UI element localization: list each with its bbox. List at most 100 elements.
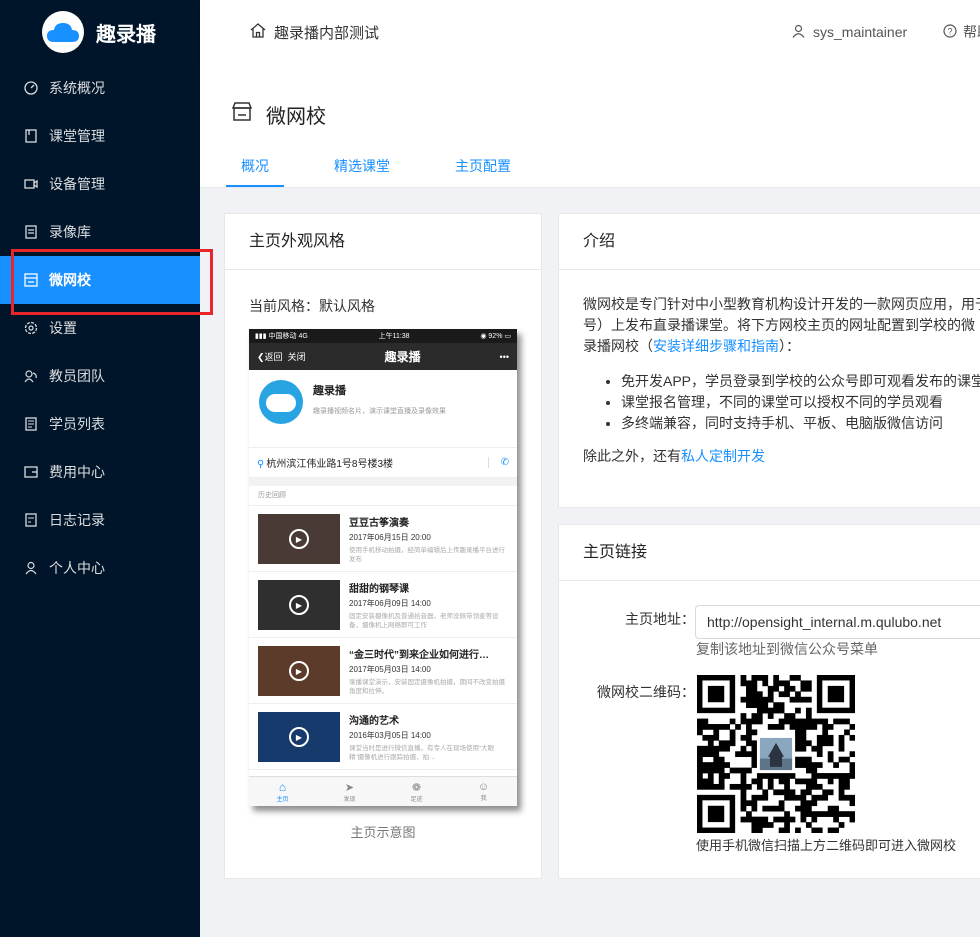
course-thumbnail: ▶ [258,646,340,696]
battery-icon: ▭ [504,333,511,340]
list-icon [24,417,38,431]
user-icon [24,561,38,575]
user-icon [792,24,813,41]
close-label: 关闭 [287,352,306,362]
sidebar-item-label: 日志记录 [49,512,105,528]
username: sys_maintainer [813,24,908,40]
user-icon: ☺ [477,781,490,793]
breadcrumb-home[interactable]: 趣录播内部测试 [250,22,379,43]
sidebar-item-label: 学员列表 [49,416,105,432]
qr-label: 微网校二维码： [597,684,695,700]
course-thumbnail: ▶ [258,712,340,762]
phone-preview: ▮▮▮ 中国移动 4G 上午11:38 ◉ 92% ▭ ❮返回 关闭 趣录播 •… [249,329,517,806]
tabbar-home: ⌂ 主页 [249,777,316,806]
course-item: ▶ 沟通的艺术 2016年03月05日 14:00 课堂当时是进行微信直播，有专人在现… [249,704,517,770]
school-header: 趣录播 趣录播视频名片，演示课堂直播及录像效果 [249,370,517,448]
feature-item: 多终端兼容，同时支持手机、平板、电脑版微信访问 [621,413,973,434]
sidebar-item-team[interactable]: 教员团队 [0,352,200,400]
school-desc: 趣录播视频名片，演示课堂直播及录像效果 [313,408,446,415]
course-date: 2016年03月05日 14:00 [349,731,431,740]
carrier: 中国移动 [268,333,297,340]
course-desc: 录播课堂演示，安装固定摄像机拍摄，期间不改变拍摄角度和拉伸。 [349,679,505,695]
qr-code [697,675,856,834]
homepage-url-input[interactable]: http://opensight_internal.m.qulubo.net [695,605,980,639]
course-desc: 固定安装摄像机及普通拾音器，老师没佩带领麦等设备，摄像机上网络即可工作 [349,613,499,629]
video-camera-icon [24,177,38,191]
tabbar-me: ☺ 我 [450,777,517,806]
sidebar-item-classroom[interactable]: 课堂管理 [0,112,200,160]
card-title: 介绍 [559,214,980,270]
book-icon [24,129,38,143]
file-icon [24,225,38,239]
phone-title: 趣录播 [384,350,421,364]
battery-level: 92% [488,333,503,340]
phone-tab-bar: ⌂ 主页 ➤ 发现 ❁ 足迹 ☺ 我 [249,776,517,806]
address-text: 杭州滨江伟业路1号8号楼3楼 [266,459,394,470]
sidebar-menu: 系统概况 课堂管理 设备管理 录像库 微网校 设置 教员团队 学员列表 费用中心… [0,64,213,592]
sidebar-item-label: 个人中心 [49,560,105,576]
tab-featured-classes[interactable]: 精选课堂 [319,147,405,187]
tabbar-footprint: ❁ 足迹 [383,777,450,806]
course-title: “金三时代”到来企业如何进行… [349,650,489,661]
page-tabs: 概况 精选课堂 主页配置 [226,147,561,187]
sidebar-item-logs[interactable]: 日志记录 [0,496,200,544]
sidebar-item-overview[interactable]: 系统概况 [0,64,200,112]
logo[interactable]: 趣录播 [0,0,200,64]
sidebar-item-profile[interactable]: 个人中心 [0,544,200,592]
sidebar-item-billing[interactable]: 费用中心 [0,448,200,496]
tabbar-label: 我 [480,796,487,802]
log-icon [24,513,38,527]
back-arrow-icon: ❮ [257,352,265,362]
preview-caption: 主页示意图 [350,825,416,840]
phone-nav-bar: ❮返回 关闭 趣录播 ••• [249,343,517,370]
page-title-text: 微网校 [266,106,326,128]
url-label: 主页地址： [625,611,695,627]
course-item: ▶ “金三时代”到来企业如何进行… 2017年05月03日 14:00 录播课堂演示，… [249,638,517,704]
course-item: ▶ 甜甜的钢琴课 2017年06月09日 14:00 固定安装摄像机及普通拾音器，老师… [249,572,517,638]
play-icon: ▶ [289,595,309,615]
sidebar-item-devices[interactable]: 设备管理 [0,160,200,208]
tab-overview[interactable]: 概况 [226,147,284,187]
home-icon [250,22,274,42]
phone-status-bar: ▮▮▮ 中国移动 4G 上午11:38 ◉ 92% ▭ [249,329,517,343]
intro-line-2: 号）上发布直录播课堂。将下方网校主页的网址配置到学校的微 [583,317,975,333]
sidebar-item-label: 教员团队 [49,368,105,384]
play-icon: ▶ [289,661,309,681]
breadcrumb-label: 趣录播内部测试 [274,24,380,42]
sidebar: 趣录播 系统概况 课堂管理 设备管理 录像库 微网校 设置 教员团队 学员列表 … [0,0,213,937]
tabbar-label: 主页 [276,797,289,803]
tab-homepage-config[interactable]: 主页配置 [440,147,526,187]
sidebar-item-micro-school[interactable]: 微网校 [0,249,213,315]
install-guide-link[interactable]: 安装详细步骤和指南 [653,338,779,354]
sidebar-item-settings[interactable]: 设置 [0,304,200,352]
tabbar-label: 发现 [343,796,356,803]
history-label: 历史回顾 [249,486,517,506]
cloud-logo-icon [42,11,84,53]
course-date: 2017年05月03日 14:00 [349,665,431,674]
user-menu[interactable]: sys_maintainer [792,0,907,64]
signal-icon: ▮▮▮ [255,333,267,340]
intro-line-1: 微网校是专门针对中小型教育机构设计开发的一款网页应用，用于 [583,296,980,312]
intro-text: 除此之外，还有 [583,448,681,464]
app-name: 趣录播 [96,23,156,46]
intro-body: 微网校是专门针对中小型教育机构设计开发的一款网页应用，用于 号）上发布直录播课堂… [559,270,980,467]
course-date: 2017年06月15日 20:00 [349,533,431,542]
help-label: 帮助 [963,24,980,40]
sidebar-item-label: 录像库 [49,224,91,240]
school-name: 趣录播 [313,385,346,397]
course-thumbnail: ▶ [258,514,340,564]
card-title: 主页外观风格 [225,214,541,270]
top-header: 趣录播内部测试 sys_maintainer ? 帮助 [200,0,980,64]
course-title: 豆豆古筝演奏 [349,518,409,529]
help-link[interactable]: ? 帮助 [943,0,980,64]
course-date: 2017年06月09日 14:00 [349,599,431,608]
sidebar-item-students[interactable]: 学员列表 [0,400,200,448]
tabbar-label: 足迹 [410,796,423,803]
intro-text: 录播网校（ [583,338,653,354]
page-header: 微网校 概况 精选课堂 主页配置 [200,64,980,188]
play-icon: ▶ [289,727,309,747]
sidebar-item-label: 微网校 [49,272,91,288]
alarm-icon: ◉ [480,333,487,340]
custom-dev-link[interactable]: 私人定制开发 [681,448,765,464]
intro-line-4: 除此之外，还有私人定制开发 [583,446,973,467]
